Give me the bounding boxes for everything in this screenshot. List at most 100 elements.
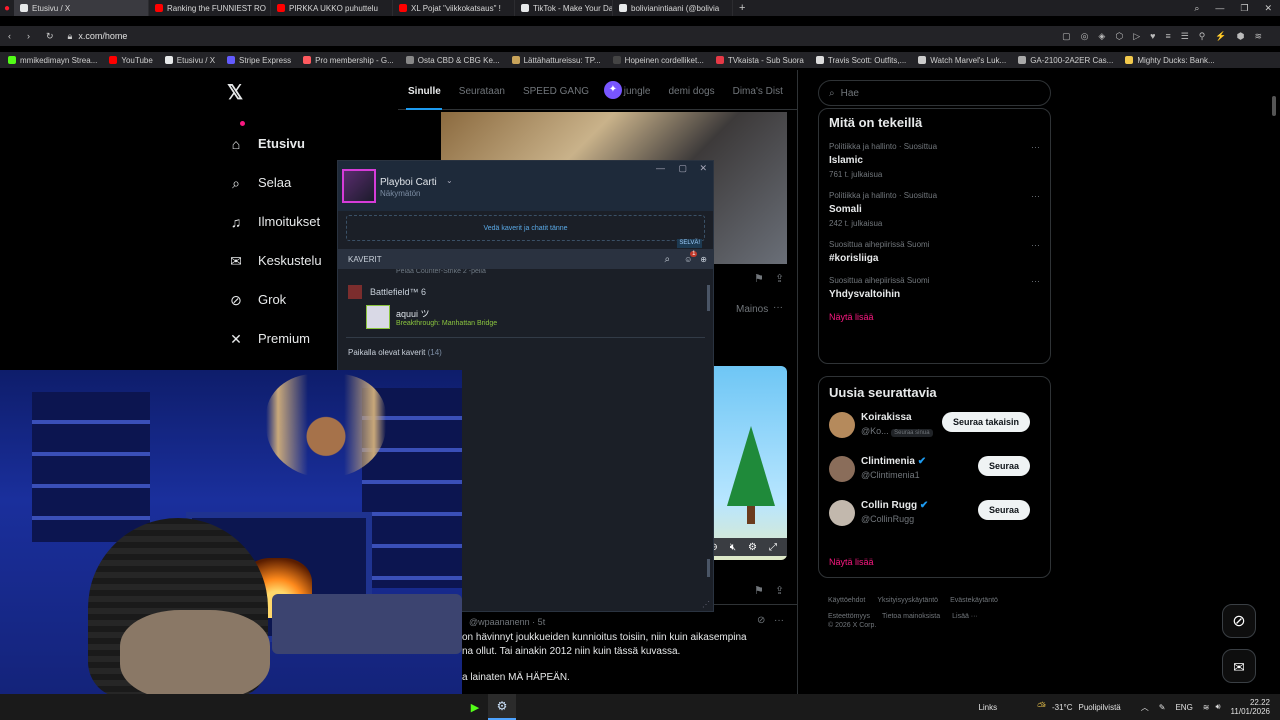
post-more-icon[interactable]: ··· xyxy=(774,615,784,626)
bookmark-item[interactable]: Pro membership - G... xyxy=(303,56,394,65)
forward-icon[interactable]: › xyxy=(19,31,38,41)
friend-row[interactable]: aquui ツ Breakthrough: Manhattan Bridge xyxy=(338,303,713,331)
taskbar-steam-icon[interactable]: ⚙ xyxy=(488,694,516,720)
taskbar-links[interactable]: Links xyxy=(978,703,1037,712)
browser-logo-icon[interactable]: ● xyxy=(0,0,14,16)
game-group-row[interactable]: Battlefield™ 6 xyxy=(338,277,713,303)
steam-drop-zone[interactable]: Vedä kaverit ja chatit tänne SELVÄ! xyxy=(346,215,705,248)
mute-icon[interactable]: 🔇︎ xyxy=(730,542,736,553)
new-tab-button[interactable]: + xyxy=(733,2,751,14)
trend-more-icon[interactable]: ··· xyxy=(1031,142,1040,152)
toolbar-icons[interactable]: ▢◎◈⬡▷♥≡☰⚲⚡⬢≋ xyxy=(1062,31,1280,42)
close-window-icon[interactable]: ✕ xyxy=(1256,3,1280,14)
settings-gear-icon[interactable]: ⚙ xyxy=(748,542,757,553)
share-icon-2[interactable]: ⇪ xyxy=(775,584,784,597)
trend-item[interactable]: Politiikka ja hallinto · Suosittua Somali… xyxy=(829,191,1040,228)
bookmark-item[interactable]: Lättähattureissu: TP... xyxy=(511,56,601,65)
trend-more-icon[interactable]: ··· xyxy=(1031,191,1040,201)
follow-button[interactable]: Seuraa xyxy=(977,456,1030,476)
who-to-follow-item[interactable]: Clintimenia ✔ @Clintimenia1 Seuraa xyxy=(829,452,1040,496)
fullscreen-icon[interactable]: ⤢ xyxy=(769,542,777,553)
steam-maximize-icon[interactable]: ▢ xyxy=(678,163,687,174)
bookmark-icon-1[interactable]: ⚑ xyxy=(754,272,764,285)
weather-desc[interactable]: Puolipilvistä xyxy=(1079,703,1141,712)
clock[interactable]: 22.22 11/01/2026 xyxy=(1231,698,1280,716)
bookmark-item[interactable]: Hopeinen cordelliket... xyxy=(612,56,704,65)
follow-button[interactable]: Seuraa takaisin xyxy=(941,412,1030,432)
grok-fab-icon[interactable]: ✦ xyxy=(604,81,622,99)
browser-tab[interactable]: PIRKKA UKKO puhuttelu xyxy=(271,0,393,16)
trend-more-icon[interactable]: ··· xyxy=(1031,240,1040,250)
steam-chat-scrollbar[interactable] xyxy=(707,559,710,577)
bookmark-item[interactable]: GA-2100-2A2ER Cas... xyxy=(1018,56,1113,65)
footer-link[interactable]: Lisää ··· xyxy=(952,613,978,620)
feed-tab[interactable]: SPEED GANG xyxy=(523,86,589,97)
steam-minimize-icon[interactable]: — xyxy=(656,163,665,173)
steam-close-icon[interactable]: ✕ xyxy=(699,163,707,174)
minimize-window-icon[interactable]: — xyxy=(1207,3,1232,13)
grok-post-icon[interactable]: ⊘ xyxy=(757,615,765,626)
maximize-window-icon[interactable]: ❐ xyxy=(1232,3,1256,14)
bookmark-item[interactable]: TVkaista - Sub Suora xyxy=(715,56,804,65)
who-show-more[interactable]: Näytä lisää xyxy=(829,557,874,567)
pen-icon[interactable]: ✎ xyxy=(1159,703,1176,712)
x-nav-item[interactable]: ⌂ Etusivu xyxy=(228,121,378,163)
weather-temp[interactable]: -31°C xyxy=(1052,703,1079,712)
trend-item[interactable]: Suosittua aihepiirissä Suomi #korisliiga ·… xyxy=(829,240,1040,264)
footer-link[interactable]: Evästekäytäntö xyxy=(950,597,998,604)
feed-tab[interactable]: Dima's Dist xyxy=(733,86,783,97)
resize-grip-icon[interactable]: ⋰ xyxy=(702,600,710,609)
bookmark-item[interactable]: Stripe Express xyxy=(227,56,291,65)
volume-icon[interactable]: 🔊︎ xyxy=(1216,702,1231,712)
follow-button[interactable]: Seuraa xyxy=(977,500,1030,520)
add-friend-icon[interactable]: ⊕ xyxy=(700,255,713,264)
friends-search-icon[interactable]: ⌕ xyxy=(665,254,685,265)
language-indicator[interactable]: ENG xyxy=(1175,703,1202,712)
back-icon[interactable]: ‹ xyxy=(0,31,19,41)
footer-link[interactable]: Yksityisyyskäytäntö xyxy=(877,597,938,604)
bookmark-item[interactable]: Etusivu / X xyxy=(164,56,215,65)
footer-link[interactable]: Käyttöehdot xyxy=(828,597,865,604)
x-logo[interactable]: 𝕏 xyxy=(227,80,243,105)
grok-float-button[interactable]: ⊘ xyxy=(1222,604,1256,638)
trend-more-icon[interactable]: ··· xyxy=(1031,276,1040,286)
bookmark-item[interactable]: Osta CBD & CBG Ke... xyxy=(405,56,500,65)
browser-tab[interactable]: Ranking the FUNNIEST RO xyxy=(149,0,271,16)
trends-show-more[interactable]: Näytä lisää xyxy=(829,312,1040,322)
search-tabs-icon[interactable]: ⌕ xyxy=(1186,3,1207,14)
browser-tab[interactable]: bolivianintiaani (@bolivia xyxy=(613,0,733,16)
steam-avatar[interactable] xyxy=(342,169,376,203)
post-handle[interactable]: @wpaananenn · 5t xyxy=(469,617,545,627)
bookmark-item[interactable]: Mighty Ducks: Bank... xyxy=(1125,56,1215,65)
footer-link[interactable]: Tietoa mainoksista xyxy=(882,613,940,620)
feed-tab[interactable]: demi dogs xyxy=(668,86,714,97)
browser-tab[interactable]: TikTok - Make Your Day xyxy=(515,0,613,16)
browser-tab[interactable]: XL Pojat "viikkokatsaus" ! xyxy=(393,0,515,16)
feed-tab[interactable]: Seurataan xyxy=(459,86,505,97)
page-scrollbar[interactable] xyxy=(1272,96,1276,116)
more-icon[interactable]: ··· xyxy=(773,302,783,313)
bookmark-item[interactable]: mmikedimayn Strea... xyxy=(8,56,97,65)
bookmark-item[interactable]: Travis Scott: Outfits,... xyxy=(815,56,906,65)
reload-icon[interactable]: ↻ xyxy=(38,31,62,42)
footer-link[interactable]: Esteettömyys xyxy=(828,613,870,620)
trend-item[interactable]: Politiikka ja hallinto · Suosittua Islami… xyxy=(829,142,1040,179)
messages-float-button[interactable]: ✉ xyxy=(1222,649,1256,683)
x-search-box[interactable]: ⌕ Hae xyxy=(818,80,1051,106)
url-field[interactable]: x.com/home xyxy=(78,31,127,41)
tray-chevron-icon[interactable]: ︿ xyxy=(1141,702,1159,713)
taskbar-app-play-icon[interactable]: ▶ xyxy=(462,694,488,720)
wifi-icon[interactable]: ≋ xyxy=(1203,703,1216,712)
bookmark-icon-2[interactable]: ⚑ xyxy=(754,584,764,597)
trend-item[interactable]: Suosittua aihepiirissä Suomi Yhdysvaltoih… xyxy=(829,276,1040,300)
lock-icon[interactable]: 🔒︎ xyxy=(62,31,79,42)
steam-dropdown-icon[interactable]: ⌄ xyxy=(446,176,453,185)
ad-game-image[interactable] xyxy=(713,366,787,560)
browser-tab[interactable]: Etusivu / X xyxy=(14,0,149,16)
who-to-follow-item[interactable]: Collin Rugg ✔ @CollinRugg Seuraa xyxy=(829,496,1040,540)
share-icon-1[interactable]: ⇪ xyxy=(775,272,784,285)
steam-username[interactable]: Playboi Carti xyxy=(380,177,437,188)
bookmark-item[interactable]: YouTube xyxy=(109,56,153,65)
online-friends-header[interactable]: Paikalla olevat kaverit (14) xyxy=(338,344,713,361)
notification-icon[interactable]: ☺ 1 xyxy=(684,250,700,264)
